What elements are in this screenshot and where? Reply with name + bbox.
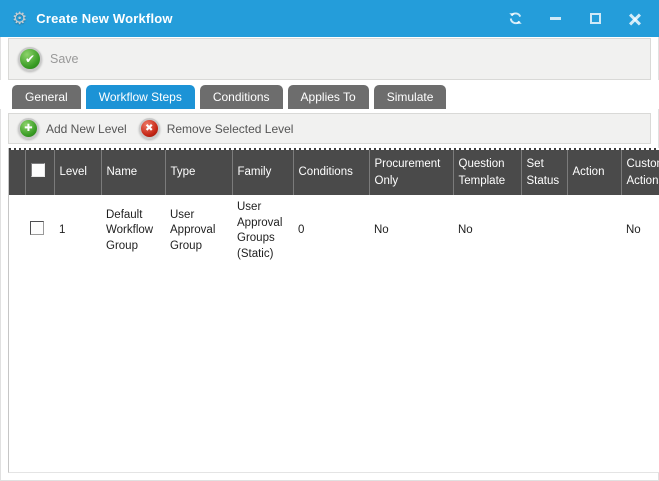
col-drag-handle bbox=[9, 150, 25, 195]
refresh-icon[interactable] bbox=[507, 11, 523, 27]
cell-question-template: No bbox=[453, 195, 521, 267]
level-toolbar: ✚ Add New Level ✖ Remove Selected Level bbox=[8, 113, 651, 144]
table-row: 1 Default Workflow Group User Approval G… bbox=[9, 195, 659, 267]
header-row: Level Name Type Family Conditions Procur… bbox=[9, 150, 659, 195]
tab-applies-to[interactable]: Applies To bbox=[288, 85, 369, 109]
col-procurement-only[interactable]: Procurement Only bbox=[369, 150, 453, 195]
add-new-level-button[interactable]: ✚ bbox=[18, 118, 39, 139]
plus-icon: ✚ bbox=[24, 124, 32, 134]
col-conditions[interactable]: Conditions bbox=[293, 150, 369, 195]
check-icon: ✔ bbox=[25, 53, 35, 65]
col-level[interactable]: Level bbox=[54, 150, 101, 195]
minimize-icon bbox=[550, 17, 561, 20]
workflow-steps-grid: Level Name Type Family Conditions Procur… bbox=[8, 148, 659, 473]
col-type[interactable]: Type bbox=[165, 150, 232, 195]
cell-family: User Approval Groups (Static) bbox=[232, 195, 293, 267]
tab-general[interactable]: General bbox=[12, 85, 81, 109]
close-icon bbox=[629, 13, 641, 25]
cell-procurement-only: No bbox=[369, 195, 453, 267]
refresh-icon-svg bbox=[508, 11, 523, 26]
cell-name: Default Workflow Group bbox=[101, 195, 165, 267]
col-question-template[interactable]: Question Template bbox=[453, 150, 521, 195]
cell-select bbox=[25, 195, 54, 267]
cell-custom-actions: No bbox=[621, 195, 659, 267]
minimize-button[interactable] bbox=[547, 11, 563, 27]
cell-level: 1 bbox=[54, 195, 101, 267]
cell-type: User Approval Group bbox=[165, 195, 232, 267]
remove-selected-level-label[interactable]: Remove Selected Level bbox=[167, 122, 294, 136]
tab-simulate[interactable]: Simulate bbox=[374, 85, 447, 109]
remove-selected-level-button[interactable]: ✖ bbox=[139, 118, 160, 139]
cell-action bbox=[567, 195, 621, 267]
save-label[interactable]: Save bbox=[50, 52, 79, 66]
window-controls bbox=[507, 11, 649, 27]
col-select-all bbox=[25, 150, 54, 195]
col-custom-actions[interactable]: Custom Actions bbox=[621, 150, 659, 195]
col-name[interactable]: Name bbox=[101, 150, 165, 195]
tab-conditions[interactable]: Conditions bbox=[200, 85, 283, 109]
cross-icon: ✖ bbox=[145, 124, 153, 134]
tab-workflow-steps[interactable]: Workflow Steps bbox=[86, 85, 195, 109]
cell-drag bbox=[9, 195, 25, 267]
tab-strip: General Workflow Steps Conditions Applie… bbox=[0, 80, 659, 109]
maximize-icon bbox=[590, 13, 601, 24]
cell-set-status bbox=[521, 195, 567, 267]
maximize-button[interactable] bbox=[587, 11, 603, 27]
workflow-steps-table: Level Name Type Family Conditions Procur… bbox=[9, 150, 659, 267]
row-checkbox[interactable] bbox=[30, 221, 44, 235]
gear-icon: ⚙ bbox=[12, 10, 27, 27]
add-new-level-label[interactable]: Add New Level bbox=[46, 122, 127, 136]
cell-conditions: 0 bbox=[293, 195, 369, 267]
close-button[interactable] bbox=[627, 11, 643, 27]
titlebar: ⚙ Create New Workflow bbox=[0, 0, 659, 37]
save-toolbar: ✔ Save bbox=[8, 38, 651, 80]
save-button[interactable]: ✔ bbox=[18, 47, 42, 71]
select-all-checkbox[interactable] bbox=[31, 163, 45, 177]
col-family[interactable]: Family bbox=[232, 150, 293, 195]
col-action[interactable]: Action bbox=[567, 150, 621, 195]
create-workflow-dialog: { "window": { "title": "Create New Workf… bbox=[0, 0, 659, 481]
window-title: Create New Workflow bbox=[36, 11, 172, 26]
col-set-status[interactable]: Set Status bbox=[521, 150, 567, 195]
